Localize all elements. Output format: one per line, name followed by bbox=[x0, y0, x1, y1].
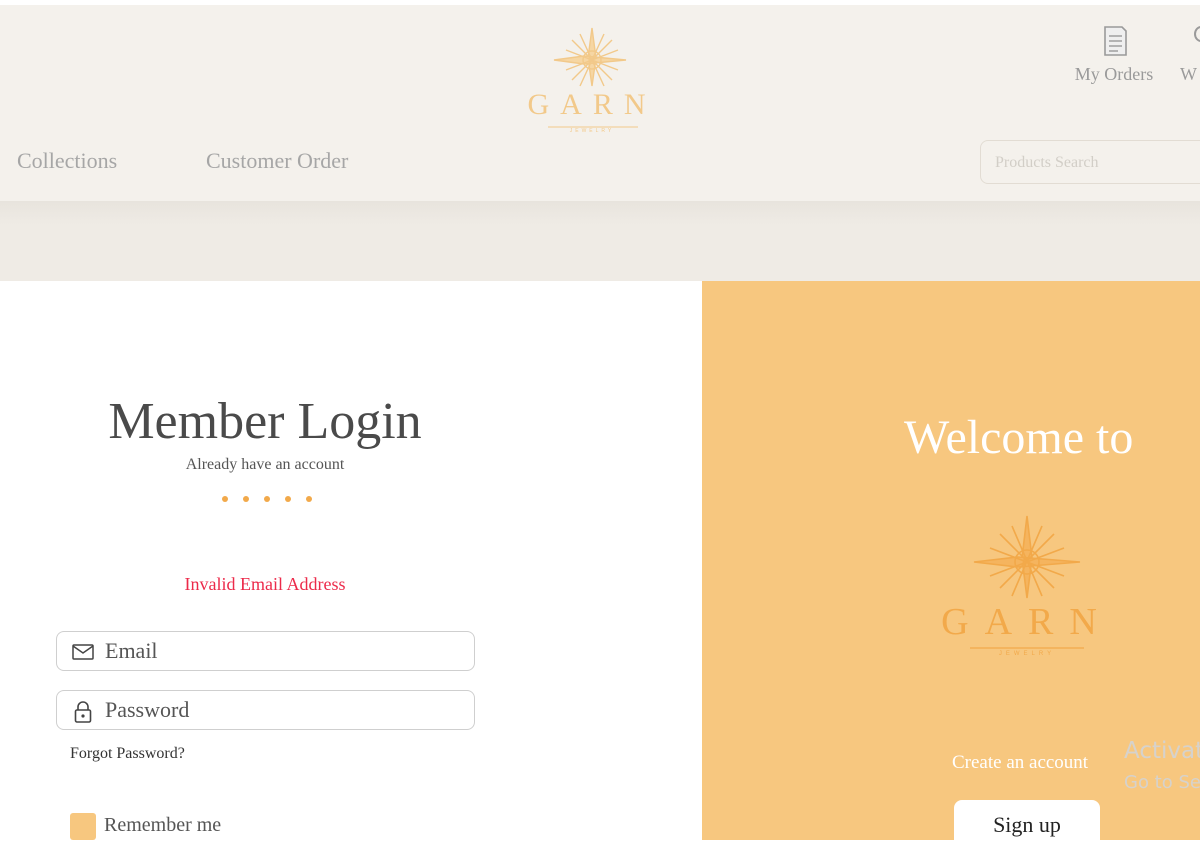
product-search-input[interactable] bbox=[981, 141, 1200, 185]
welcome-logo-tagline: JEWELRY bbox=[999, 651, 1055, 657]
remember-me-label[interactable]: Remember me bbox=[104, 814, 221, 837]
brand-logo-text: GARN bbox=[527, 88, 656, 121]
forgot-password-link[interactable]: Forgot Password? bbox=[70, 745, 185, 763]
password-input[interactable] bbox=[105, 691, 465, 729]
create-account-label: Create an account bbox=[952, 752, 1089, 773]
login-title: Member Login bbox=[108, 393, 422, 450]
dot bbox=[243, 496, 249, 502]
product-search-box bbox=[980, 140, 1200, 185]
receipt-icon bbox=[1100, 24, 1130, 58]
password-field bbox=[56, 690, 475, 730]
email-input[interactable] bbox=[105, 632, 465, 670]
nav-customer-order[interactable]: Customer Order bbox=[206, 148, 348, 174]
sign-up-button[interactable]: Sign up bbox=[954, 800, 1100, 852]
sign-up-label: Sign up bbox=[993, 812, 1061, 837]
windows-activation-watermark: Activat bbox=[1124, 738, 1200, 764]
remember-me-checkbox[interactable] bbox=[70, 813, 96, 840]
windows-activation-subtext: Go to Se bbox=[1124, 772, 1200, 793]
dot bbox=[285, 496, 291, 502]
my-orders-link[interactable]: My Orders bbox=[1066, 24, 1162, 94]
dot bbox=[264, 496, 270, 502]
brand-logo[interactable]: C GARN JEWELRY bbox=[526, 24, 658, 139]
svg-text:C: C bbox=[1022, 555, 1032, 571]
dot bbox=[222, 496, 228, 502]
welcome-brand-logo: C GARN JEWELRY bbox=[940, 512, 1114, 662]
brand-tagline: JEWELRY bbox=[570, 128, 615, 134]
lock-icon bbox=[71, 700, 95, 723]
welcome-heading: Welcome to bbox=[904, 411, 1134, 464]
welcome-logo-text: GARN bbox=[941, 601, 1113, 643]
wishlist-label[interactable]: W bbox=[1180, 64, 1197, 85]
nav-collections[interactable]: Collections bbox=[17, 148, 117, 174]
header-banner-strip bbox=[0, 201, 1200, 281]
login-error-message: Invalid Email Address bbox=[184, 574, 346, 594]
envelope-icon bbox=[71, 641, 95, 663]
login-subtitle: Already have an account bbox=[185, 456, 345, 473]
svg-text:C: C bbox=[588, 55, 595, 67]
email-field bbox=[56, 631, 475, 671]
my-orders-label: My Orders bbox=[1074, 64, 1154, 84]
decorative-dots bbox=[218, 496, 318, 506]
dot bbox=[306, 496, 312, 502]
